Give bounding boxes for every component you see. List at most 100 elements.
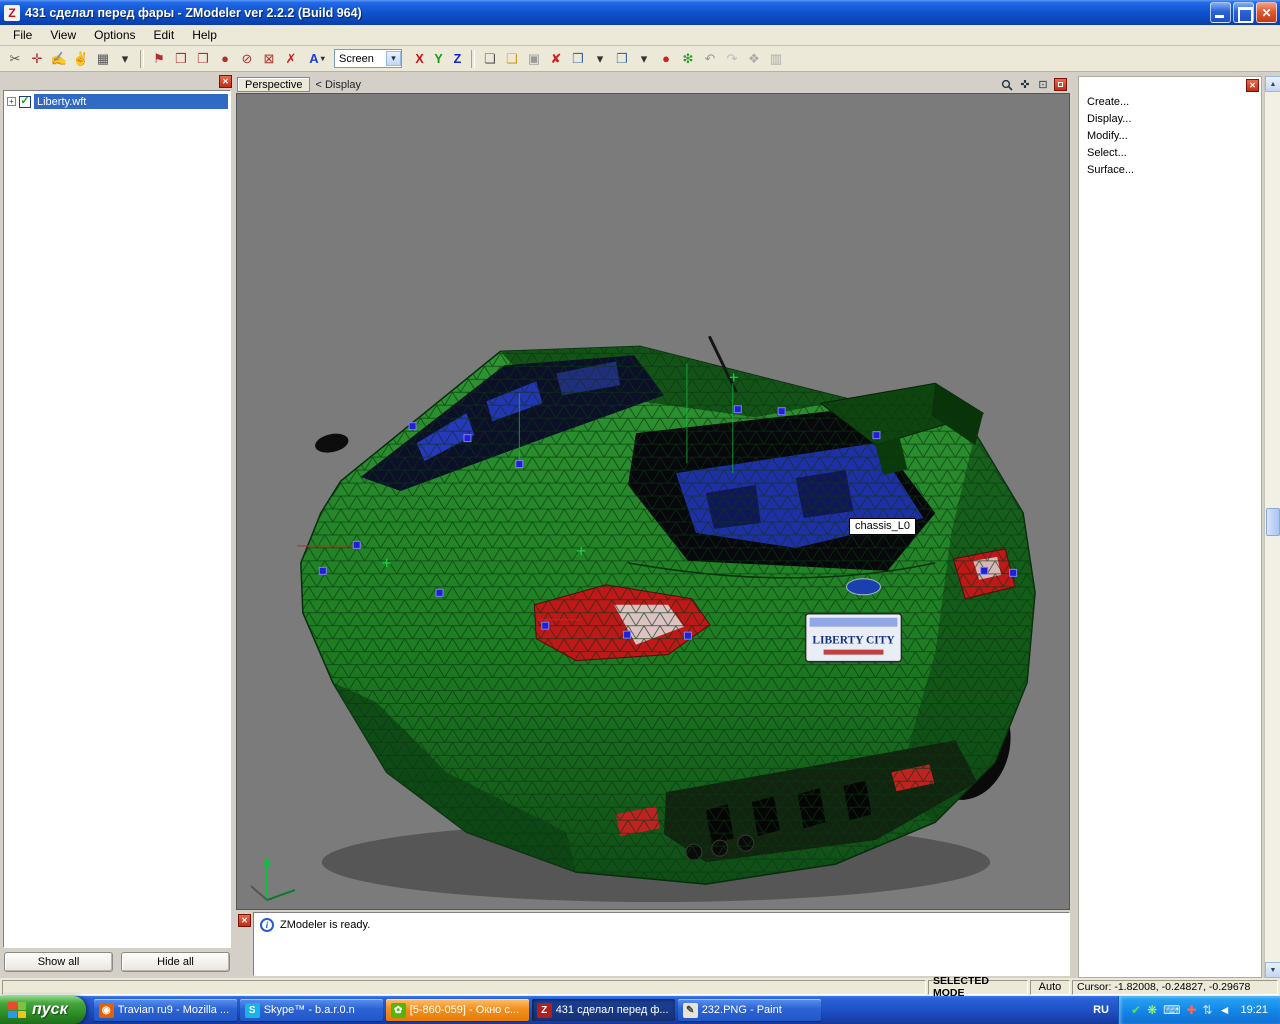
boxed-x-icon[interactable]: ⊠ (258, 49, 280, 69)
material-icon[interactable]: ❇ (677, 49, 699, 69)
license-plate: LIBERTY CITY (806, 614, 902, 662)
surface-menu-item[interactable]: Surface... (1087, 161, 1261, 178)
zmodeler-app-icon: Z (4, 5, 20, 21)
zmodeler-task[interactable]: Z 431 сделал перед ф... (532, 999, 675, 1021)
language-indicator[interactable]: RU (1084, 1004, 1118, 1016)
help-icon[interactable]: ❖ (743, 49, 765, 69)
flag-icon[interactable]: ⚑ (148, 49, 170, 69)
status-message: ZModeler is ready. (280, 919, 370, 931)
undo-icon[interactable]: ↶ (699, 49, 721, 69)
axis-x-button[interactable]: X (410, 49, 429, 69)
viewport: Perspective < Display ✜ ⊡ (236, 76, 1070, 910)
windows-logo-icon (8, 1002, 26, 1018)
task-label: Travian ru9 - Mozilla ... (118, 1004, 229, 1016)
display-menu-item[interactable]: Display... (1087, 110, 1261, 127)
tree-item-label[interactable]: Liberty.wft (34, 94, 228, 109)
vertex-cross-icon[interactable]: ✛ (26, 49, 48, 69)
no-entry-icon[interactable]: ⊘ (236, 49, 258, 69)
travian-task[interactable]: ◉ Travian ru9 - Mozilla ... (94, 999, 237, 1021)
titlebar: Z 431 сделал перед фары - ZModeler ver 2… (0, 0, 1280, 25)
menu-edit[interactable]: Edit (145, 25, 184, 45)
tree-item-checkbox[interactable] (19, 96, 31, 108)
font-letter-icon: A (309, 51, 318, 66)
props-icon[interactable]: ▥ (765, 49, 787, 69)
perspective-button[interactable]: Perspective (237, 77, 310, 92)
display-breadcrumb[interactable]: < Display (315, 79, 361, 91)
menu-file[interactable]: File (4, 25, 41, 45)
info-icon: i (260, 918, 274, 932)
import-icon[interactable]: ❒ (567, 49, 589, 69)
menu-view[interactable]: View (41, 25, 85, 45)
create-menu-item[interactable]: Create... (1087, 93, 1261, 110)
menu-help[interactable]: Help (183, 25, 226, 45)
start-button[interactable]: пуск (0, 996, 86, 1024)
close-message-bar-icon[interactable] (238, 914, 251, 927)
start-label: пуск (32, 1001, 68, 1019)
network-tray-icon[interactable]: ⇅ (1203, 1004, 1213, 1016)
messenger-tray-icon[interactable]: ❋ (1147, 1004, 1157, 1016)
hide-all-button[interactable]: Hide all (121, 952, 230, 972)
car-3d-model[interactable]: LIBERTY CITY (237, 94, 1069, 909)
zoom-extents-icon[interactable]: ⊡ (1036, 78, 1050, 92)
tools-dropdown-icon[interactable]: ▾ (114, 49, 136, 69)
modify-menu-item[interactable]: Modify... (1087, 127, 1261, 144)
redo-icon[interactable]: ↷ (721, 49, 743, 69)
maximize-button[interactable] (1233, 2, 1254, 23)
screen-combobox[interactable]: Screen (334, 49, 402, 68)
scissors-icon[interactable]: ✂ (4, 49, 26, 69)
wire-box-icon[interactable]: ❒ (170, 49, 192, 69)
minimize-button[interactable] (1210, 2, 1231, 23)
paint-icon: ✎ (683, 1003, 698, 1018)
expand-icon[interactable] (7, 97, 16, 106)
wire-sphere-icon[interactable]: ● (214, 49, 236, 69)
record-icon[interactable]: ● (655, 49, 677, 69)
combobox-arrow-icon[interactable] (386, 51, 401, 66)
close-button[interactable] (1256, 2, 1277, 23)
pan-hand-icon[interactable]: ✜ (1018, 78, 1032, 92)
import-dropdown-icon[interactable]: ▾ (589, 49, 611, 69)
open-folder-icon[interactable]: ❑ (501, 49, 523, 69)
wire-cylinder-icon[interactable]: ❐ (192, 49, 214, 69)
victory-hand-icon[interactable]: ✌ (70, 49, 92, 69)
viewport-maximize-icon[interactable] (1054, 78, 1067, 91)
skype-task[interactable]: S Skype™ - b.a.r.0.n (240, 999, 383, 1021)
vertical-scrollbar[interactable]: ▲ ▼ (1264, 76, 1280, 978)
select-menu-item[interactable]: Select... (1087, 144, 1261, 161)
auto-indicator[interactable]: Auto (1030, 980, 1070, 995)
taskbar: пуск ◉ Travian ru9 - Mozilla ... S Skype… (0, 996, 1280, 1024)
toolbar-separator[interactable] (140, 50, 144, 68)
grid-icon[interactable]: ▦ (92, 49, 114, 69)
close-commands-panel-icon[interactable] (1246, 79, 1259, 92)
hand-write-icon[interactable]: ✍ (48, 49, 70, 69)
volume-tray-icon[interactable]: ◄ (1219, 1004, 1231, 1016)
tree-row[interactable]: Liberty.wft (4, 93, 230, 110)
viewport-canvas[interactable]: LIBERTY CITY (236, 93, 1070, 910)
menu-options[interactable]: Options (85, 25, 144, 45)
zoom-icon[interactable] (1000, 78, 1014, 92)
axis-y-button[interactable]: Y (429, 49, 448, 69)
zmodeler-icon: Z (537, 1003, 552, 1018)
alert-tray-icon[interactable]: ✚ (1186, 1004, 1196, 1016)
task-label: 431 сделал перед ф... (556, 1004, 669, 1016)
keyboard-tray-icon[interactable]: ⌨ (1163, 1004, 1180, 1016)
axis-gizmo-icon (251, 856, 295, 900)
new-file-icon[interactable]: ❏ (479, 49, 501, 69)
axis-z-button[interactable]: Z (448, 49, 467, 69)
icq-flower-icon: ✿ (391, 1003, 406, 1018)
scrollbar-thumb[interactable] (1266, 508, 1280, 536)
export-dropdown-icon[interactable]: ▾ (633, 49, 655, 69)
save-icon[interactable]: ▣ (523, 49, 545, 69)
icq-task[interactable]: ✿ [5-860-059] - Окно с... (386, 999, 529, 1021)
clock[interactable]: 19:21 (1240, 1004, 1268, 1016)
paint-task[interactable]: ✎ 232.PNG - Paint (678, 999, 821, 1021)
scroll-up-icon[interactable]: ▲ (1265, 76, 1280, 92)
delete-icon[interactable]: ✘ (545, 49, 567, 69)
antivirus-tray-icon[interactable]: ✔ (1131, 1004, 1141, 1016)
close-panel-icon[interactable] (219, 75, 232, 88)
export-icon[interactable]: ❐ (611, 49, 633, 69)
scroll-down-icon[interactable]: ▼ (1265, 962, 1280, 978)
show-all-button[interactable]: Show all (4, 952, 113, 972)
font-button[interactable]: A ▾ (302, 49, 332, 69)
close-tools-icon[interactable]: ✗ (280, 49, 302, 69)
scene-tree[interactable]: Liberty.wft (3, 90, 231, 948)
